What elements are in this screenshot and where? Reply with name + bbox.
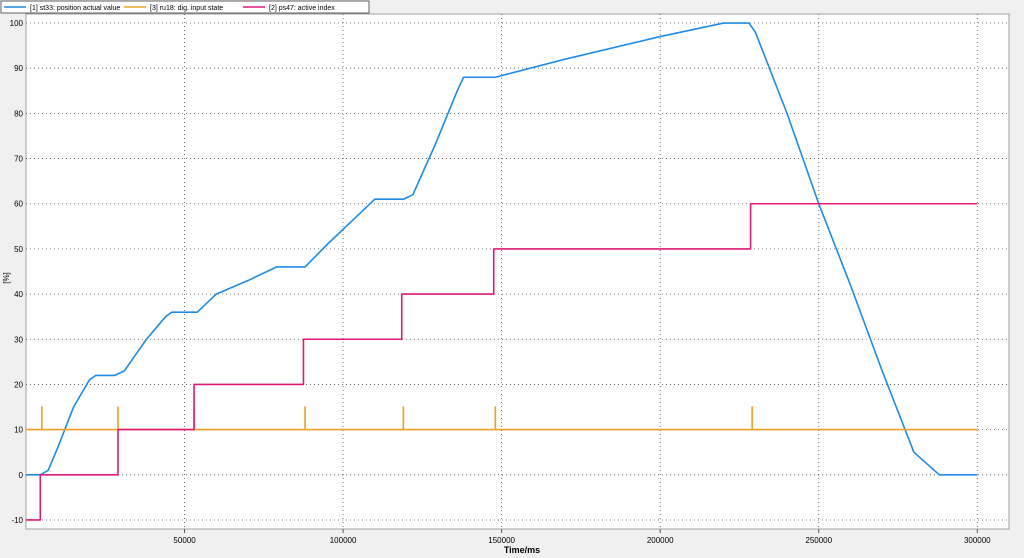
x-tick-label: 50000 <box>173 536 196 545</box>
y-tick-label: 60 <box>14 200 23 209</box>
legend-label: [2] ps47: active index <box>269 5 335 12</box>
legend-label: [3] ru18: dig. input state <box>150 5 223 12</box>
x-tick-label: 200000 <box>647 536 674 545</box>
y-tick-label: 0 <box>19 471 24 480</box>
line-chart: 50000 100000 150000 200000 250000 300000 -10 0… <box>0 0 1010 555</box>
x-tick-label: 250000 <box>805 536 832 545</box>
y-tick-label: 80 <box>14 109 23 118</box>
legend: [1] st33: position actual value [3] ru18:… <box>0 0 370 14</box>
y-tick-label: 10 <box>14 426 23 435</box>
x-axis-label: Time/ms <box>504 545 540 555</box>
y-tick-labels: -10 0 10 20 30 40 50 60 70 80 90 100 <box>10 19 24 525</box>
y-tick-label: -10 <box>11 516 23 525</box>
y-tick-label: 70 <box>14 155 23 164</box>
legend-label: [1] st33: position actual value <box>30 5 120 12</box>
x-tick-label: 150000 <box>488 536 515 545</box>
x-tick-label: 100000 <box>330 536 357 545</box>
plot-area <box>25 13 1010 530</box>
y-tick-label: 30 <box>14 335 23 344</box>
y-tick-label: 20 <box>14 380 23 389</box>
y-tick-label: 90 <box>14 64 23 73</box>
x-tick-label: 300000 <box>964 536 991 545</box>
x-tick-labels: 50000 100000 150000 200000 250000 300000 <box>173 529 991 545</box>
y-tick-label: 100 <box>10 19 24 28</box>
y-axis-label: [%] <box>2 272 11 284</box>
y-tick-label: 40 <box>14 290 23 299</box>
y-tick-label: 50 <box>14 245 23 254</box>
